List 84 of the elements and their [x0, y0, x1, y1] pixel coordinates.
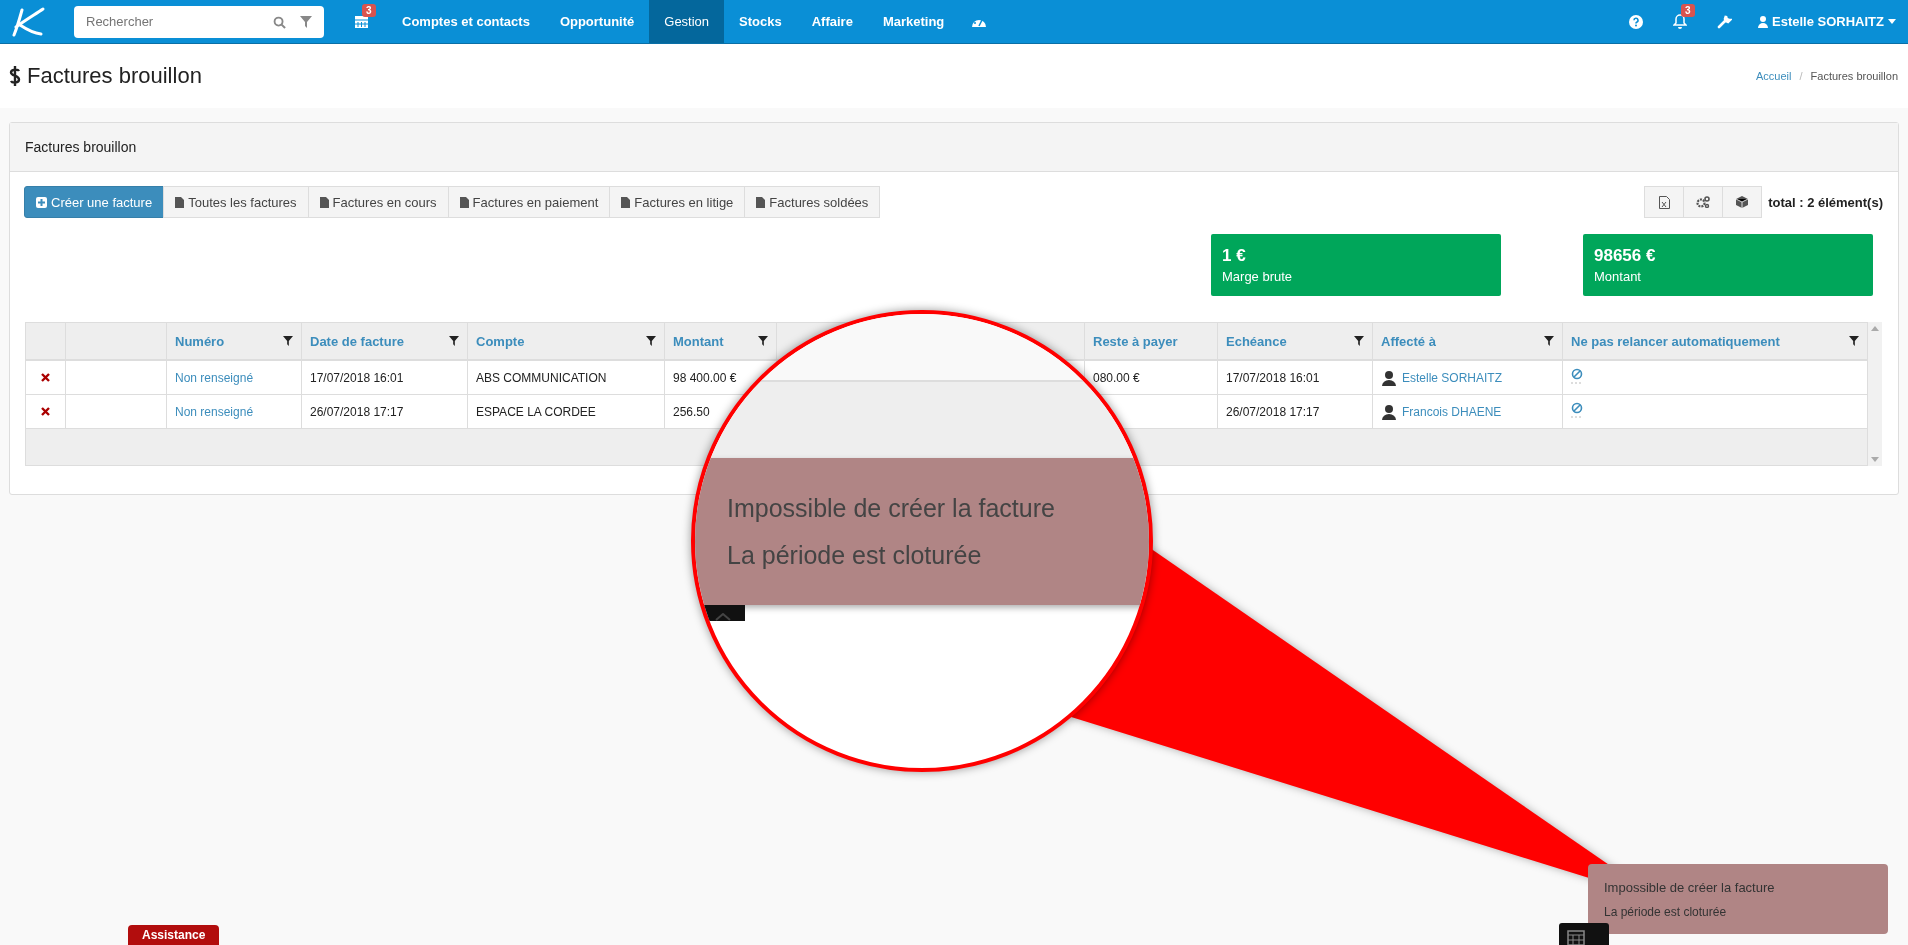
- user-menu[interactable]: Estelle SORHAITZ: [1758, 14, 1896, 29]
- document-icon: [319, 196, 329, 208]
- filter-button[interactable]: Factures soldées: [744, 186, 881, 218]
- bell-icon[interactable]: [1673, 14, 1688, 29]
- delete-icon[interactable]: [41, 406, 50, 416]
- breadcrumb-current: Factures brouillon: [1810, 70, 1898, 82]
- filter-icon[interactable]: [449, 336, 459, 346]
- table-cell: 17/07/2018 16:01: [1226, 370, 1320, 385]
- filter-button[interactable]: Factures en cours: [307, 186, 449, 218]
- column-header[interactable]: Numéro: [175, 333, 225, 349]
- filter-icon[interactable]: [1849, 336, 1859, 346]
- table-cell: ESPACE LA CORDEE: [476, 404, 596, 419]
- scrollbar[interactable]: [1868, 322, 1882, 466]
- table-cell: ABS COMMUNICATION: [476, 370, 607, 385]
- column-header[interactable]: Echéance: [1226, 333, 1287, 349]
- wrench-icon[interactable]: [1717, 14, 1733, 29]
- table-cell: 17/07/2018 16:01: [310, 370, 404, 385]
- table-cell: 98 400.00 €: [673, 370, 737, 385]
- nav-tab[interactable]: Comptes et contacts: [387, 0, 545, 43]
- filter-icon[interactable]: [646, 336, 656, 346]
- stat-value: 1 €: [1222, 246, 1247, 266]
- document-icon: [175, 196, 185, 208]
- nav-tab[interactable]: Affaire: [796, 0, 868, 43]
- column-header[interactable]: Montant: [673, 333, 724, 349]
- table-cell: 26/07/2018 17:17: [1226, 404, 1320, 419]
- scroll-up-icon[interactable]: [1871, 326, 1879, 331]
- filter-icon[interactable]: [1354, 336, 1364, 346]
- no-entry-icon[interactable]: [1571, 368, 1583, 384]
- nav-tab[interactable]: Marketing: [867, 0, 960, 43]
- magnified-title: Impossible de créer la facture: [727, 493, 1056, 523]
- filter-button[interactable]: Factures en litige: [609, 186, 746, 218]
- filter-icon[interactable]: [283, 336, 293, 346]
- calendar-icon: [1567, 929, 1585, 945]
- breadcrumb-separator: /: [1799, 70, 1803, 82]
- toast-title: Impossible de créer la facture: [1604, 879, 1776, 895]
- chevron-up-icon: [715, 613, 731, 621]
- panel-title: Factures brouillon: [25, 139, 137, 155]
- nav-tab[interactable]: Gestion: [649, 0, 725, 43]
- filter-icon[interactable]: [1544, 336, 1554, 346]
- caret-icon: [1888, 19, 1896, 24]
- no-entry-icon[interactable]: [1571, 402, 1583, 418]
- column-header[interactable]: Compte: [476, 333, 525, 349]
- spreadsheet-icon: [1658, 195, 1670, 209]
- stat-label: Marge brute: [1222, 269, 1294, 284]
- calendar-icon[interactable]: [354, 14, 369, 29]
- scroll-down-icon[interactable]: [1871, 457, 1879, 462]
- assistance-button[interactable]: Assistance: [128, 925, 220, 945]
- plus-icon: [36, 196, 47, 208]
- filter-icon[interactable]: [758, 336, 768, 346]
- page-title: Factures brouillon: [27, 63, 202, 89]
- calendar-widget[interactable]: [1559, 923, 1609, 945]
- dollar-icon: [9, 65, 21, 87]
- gears-icon: [1696, 196, 1711, 208]
- table-cell: 26/07/2018 17:17: [310, 404, 404, 419]
- toast-message: La période est cloturée: [1604, 904, 1728, 919]
- excel-export-button[interactable]: [1644, 186, 1685, 218]
- notification-badge: 3: [1681, 4, 1695, 17]
- breadcrumb-link[interactable]: Accueil: [1756, 70, 1792, 82]
- notification-badge: 3: [362, 4, 376, 17]
- total-count: total : 2 élément(s): [1768, 194, 1883, 210]
- delete-icon[interactable]: [41, 372, 50, 382]
- help-icon[interactable]: [1629, 14, 1644, 29]
- search-icon[interactable]: [273, 15, 286, 29]
- search-field[interactable]: Rechercher: [74, 5, 324, 38]
- create-invoice-button[interactable]: Créer une facture: [24, 186, 165, 218]
- table-cell: 256.50: [673, 404, 710, 419]
- filter-button[interactable]: Toutes les factures: [163, 186, 309, 218]
- document-icon: [459, 196, 469, 208]
- filter-button[interactable]: Factures en paiement: [447, 186, 611, 218]
- person-icon: [1381, 403, 1397, 420]
- document-icon: [756, 196, 766, 208]
- nav-tab[interactable]: Opportunité: [544, 0, 650, 43]
- person-icon: [1381, 369, 1397, 386]
- person-icon: [1758, 15, 1769, 28]
- box-button[interactable]: [1722, 186, 1763, 218]
- stat-value: 98656 €: [1594, 246, 1657, 266]
- stat-label: Montant: [1594, 269, 1642, 284]
- settings-button[interactable]: [1683, 186, 1724, 218]
- column-header[interactable]: Affecté à: [1381, 333, 1436, 349]
- nav-tab[interactable]: Stocks: [724, 0, 797, 43]
- magnified-message: La période est cloturée: [727, 540, 983, 570]
- table-cell: 080.00 €: [1093, 370, 1140, 385]
- document-icon: [621, 196, 631, 208]
- cube-icon: [1736, 196, 1749, 208]
